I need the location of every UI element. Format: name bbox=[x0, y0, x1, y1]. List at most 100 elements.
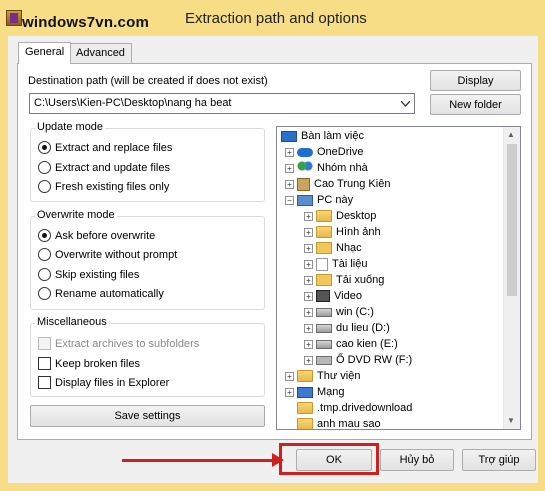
documents-icon bbox=[316, 257, 328, 271]
radio-overwrite-without-prompt[interactable]: Overwrite without prompt bbox=[38, 248, 177, 261]
chevron-down-icon[interactable] bbox=[398, 96, 412, 111]
tree-node-label: .tmp.drivedownload bbox=[317, 402, 413, 414]
radio-button[interactable] bbox=[38, 141, 51, 154]
expand-plus-icon[interactable]: + bbox=[285, 179, 294, 189]
radio-rename-automatically[interactable]: Rename automatically bbox=[38, 287, 164, 300]
expand-plus-icon[interactable]: + bbox=[304, 323, 313, 333]
destination-path-label: Destination path (will be created if doe… bbox=[28, 75, 268, 87]
radio-button[interactable] bbox=[38, 287, 51, 300]
tree-node-drive-e[interactable]: + cao kien (E:) bbox=[304, 336, 398, 352]
update-mode-title: Update mode bbox=[35, 121, 106, 133]
expand-plus-icon[interactable]: + bbox=[285, 371, 294, 381]
tree-node-drive-c[interactable]: + win (C:) bbox=[304, 304, 374, 320]
folder-icon bbox=[297, 402, 313, 414]
tree-node-label: Thư viện bbox=[317, 370, 361, 382]
checkbox-label: Display files in Explorer bbox=[55, 376, 170, 389]
tree-node-label: Nhóm nhà bbox=[317, 162, 368, 174]
scrollbar-thumb[interactable] bbox=[507, 144, 517, 296]
window-title: Extraction path and options bbox=[185, 10, 367, 27]
radio-button[interactable] bbox=[38, 180, 51, 193]
tree-node-dvd-f[interactable]: + Ổ DVD RW (F:) bbox=[304, 352, 412, 368]
display-button[interactable]: Display bbox=[430, 70, 521, 91]
radio-label: Extract and replace files bbox=[55, 141, 173, 154]
radio-button[interactable] bbox=[38, 268, 51, 281]
annotation-arrow-icon bbox=[272, 453, 284, 467]
dvd-icon bbox=[316, 355, 332, 365]
tree-vertical-scrollbar[interactable]: ▲ ▼ bbox=[503, 127, 520, 429]
downloads-icon bbox=[316, 274, 332, 286]
tree-node-nhom-nha[interactable]: + Nhóm nhà bbox=[285, 160, 368, 176]
collapse-minus-icon[interactable]: − bbox=[285, 195, 294, 205]
help-button[interactable]: Trợ giúp bbox=[462, 449, 536, 471]
tree-node-mang[interactable]: + Mạng bbox=[285, 384, 345, 400]
folder-tree[interactable]: Bàn làm việc + OneDrive + Nhóm nhà + Cao… bbox=[276, 126, 521, 430]
radio-button[interactable] bbox=[38, 229, 51, 242]
library-icon bbox=[297, 370, 313, 382]
tree-node-cao-trung-kien[interactable]: + Cao Trung Kiên bbox=[285, 176, 390, 192]
expand-plus-icon[interactable]: + bbox=[304, 227, 313, 237]
destination-path-combobox[interactable]: C:\Users\Kien-PC\Desktop\nang ha beat bbox=[29, 93, 415, 114]
checkbox[interactable] bbox=[38, 357, 51, 370]
destination-path-value: C:\Users\Kien-PC\Desktop\nang ha beat bbox=[34, 97, 232, 109]
drive-icon bbox=[316, 339, 332, 349]
scroll-down-icon[interactable]: ▼ bbox=[507, 416, 515, 425]
tree-node-label: PC này bbox=[317, 194, 354, 206]
radio-button[interactable] bbox=[38, 161, 51, 174]
expand-plus-icon[interactable]: + bbox=[304, 307, 313, 317]
folder-icon bbox=[297, 418, 313, 429]
tree-node-pc-nay[interactable]: − PC này bbox=[285, 192, 353, 208]
cancel-button[interactable]: Hủy bỏ bbox=[380, 449, 454, 471]
new-folder-button[interactable]: New folder bbox=[430, 94, 521, 115]
tree-node-hinh-anh[interactable]: + Hình ảnh bbox=[304, 224, 381, 240]
tree-node-tai-lieu[interactable]: + Tài liệu bbox=[304, 256, 367, 272]
tree-node-label: Hình ảnh bbox=[336, 226, 381, 238]
expand-plus-icon[interactable]: + bbox=[304, 259, 313, 269]
tree-node-label: anh mau sao bbox=[317, 418, 381, 430]
checkbox[interactable] bbox=[38, 376, 51, 389]
checkbox-display-files-in-explorer[interactable]: Display files in Explorer bbox=[38, 376, 169, 389]
radio-ask-before-overwrite[interactable]: Ask before overwrite bbox=[38, 229, 155, 242]
tab-general[interactable]: General bbox=[18, 42, 72, 64]
tree-node-ban-lam-viec[interactable]: Bàn làm việc bbox=[281, 128, 364, 144]
expand-plus-icon[interactable]: + bbox=[304, 339, 313, 349]
tree-node-onedrive[interactable]: + OneDrive bbox=[285, 144, 363, 160]
expand-plus-icon[interactable]: + bbox=[304, 355, 313, 365]
tree-node-label: Desktop bbox=[336, 210, 377, 222]
save-settings-button[interactable]: Save settings bbox=[30, 405, 265, 427]
expand-plus-icon[interactable]: + bbox=[285, 163, 294, 173]
expand-plus-icon[interactable]: + bbox=[304, 291, 313, 301]
scroll-up-icon[interactable]: ▲ bbox=[507, 130, 515, 139]
tree-node-tai-xuong[interactable]: + Tải xuống bbox=[304, 272, 384, 288]
expand-plus-icon[interactable]: + bbox=[304, 243, 313, 253]
tree-node-thu-vien[interactable]: + Thư viện bbox=[285, 368, 360, 384]
checkbox-keep-broken-files[interactable]: Keep broken files bbox=[38, 357, 140, 370]
radio-skip-existing[interactable]: Skip existing files bbox=[38, 268, 139, 281]
tree-node-label: Video bbox=[334, 290, 362, 302]
annotation-arrow-line bbox=[122, 459, 278, 462]
radio-extract-update[interactable]: Extract and update files bbox=[38, 161, 170, 174]
radio-button[interactable] bbox=[38, 248, 51, 261]
tree-node-label: Tải xuống bbox=[336, 274, 385, 286]
tree-node-anh-mau-sao[interactable]: anh mau sao bbox=[285, 416, 381, 430]
radio-label: Fresh existing files only bbox=[55, 180, 170, 193]
checkbox-label: Keep broken files bbox=[55, 357, 140, 370]
tree-node-video[interactable]: + Video bbox=[304, 288, 362, 304]
radio-fresh-existing[interactable]: Fresh existing files only bbox=[38, 180, 169, 193]
overwrite-mode-title: Overwrite mode bbox=[35, 209, 117, 221]
expand-plus-icon[interactable]: + bbox=[304, 275, 313, 285]
tree-node-desktop[interactable]: + Desktop bbox=[304, 208, 376, 224]
tree-node-nhac[interactable]: + Nhạc bbox=[304, 240, 362, 256]
tree-node-label: Nhạc bbox=[336, 242, 362, 254]
tab-advanced[interactable]: Advanced bbox=[69, 43, 132, 63]
expand-plus-icon[interactable]: + bbox=[285, 387, 294, 397]
drive-icon bbox=[316, 323, 332, 333]
expand-plus-icon[interactable]: + bbox=[285, 147, 294, 157]
tree-node-label: du lieu (D:) bbox=[336, 322, 390, 334]
monitor-icon bbox=[281, 130, 297, 142]
tree-node-drive-d[interactable]: + du lieu (D:) bbox=[304, 320, 390, 336]
tree-node-tmp-drivedownload[interactable]: .tmp.drivedownload bbox=[285, 400, 412, 416]
tree-node-label: Mạng bbox=[317, 386, 345, 398]
radio-extract-replace[interactable]: Extract and replace files bbox=[38, 141, 172, 154]
expand-plus-icon[interactable]: + bbox=[304, 211, 313, 221]
